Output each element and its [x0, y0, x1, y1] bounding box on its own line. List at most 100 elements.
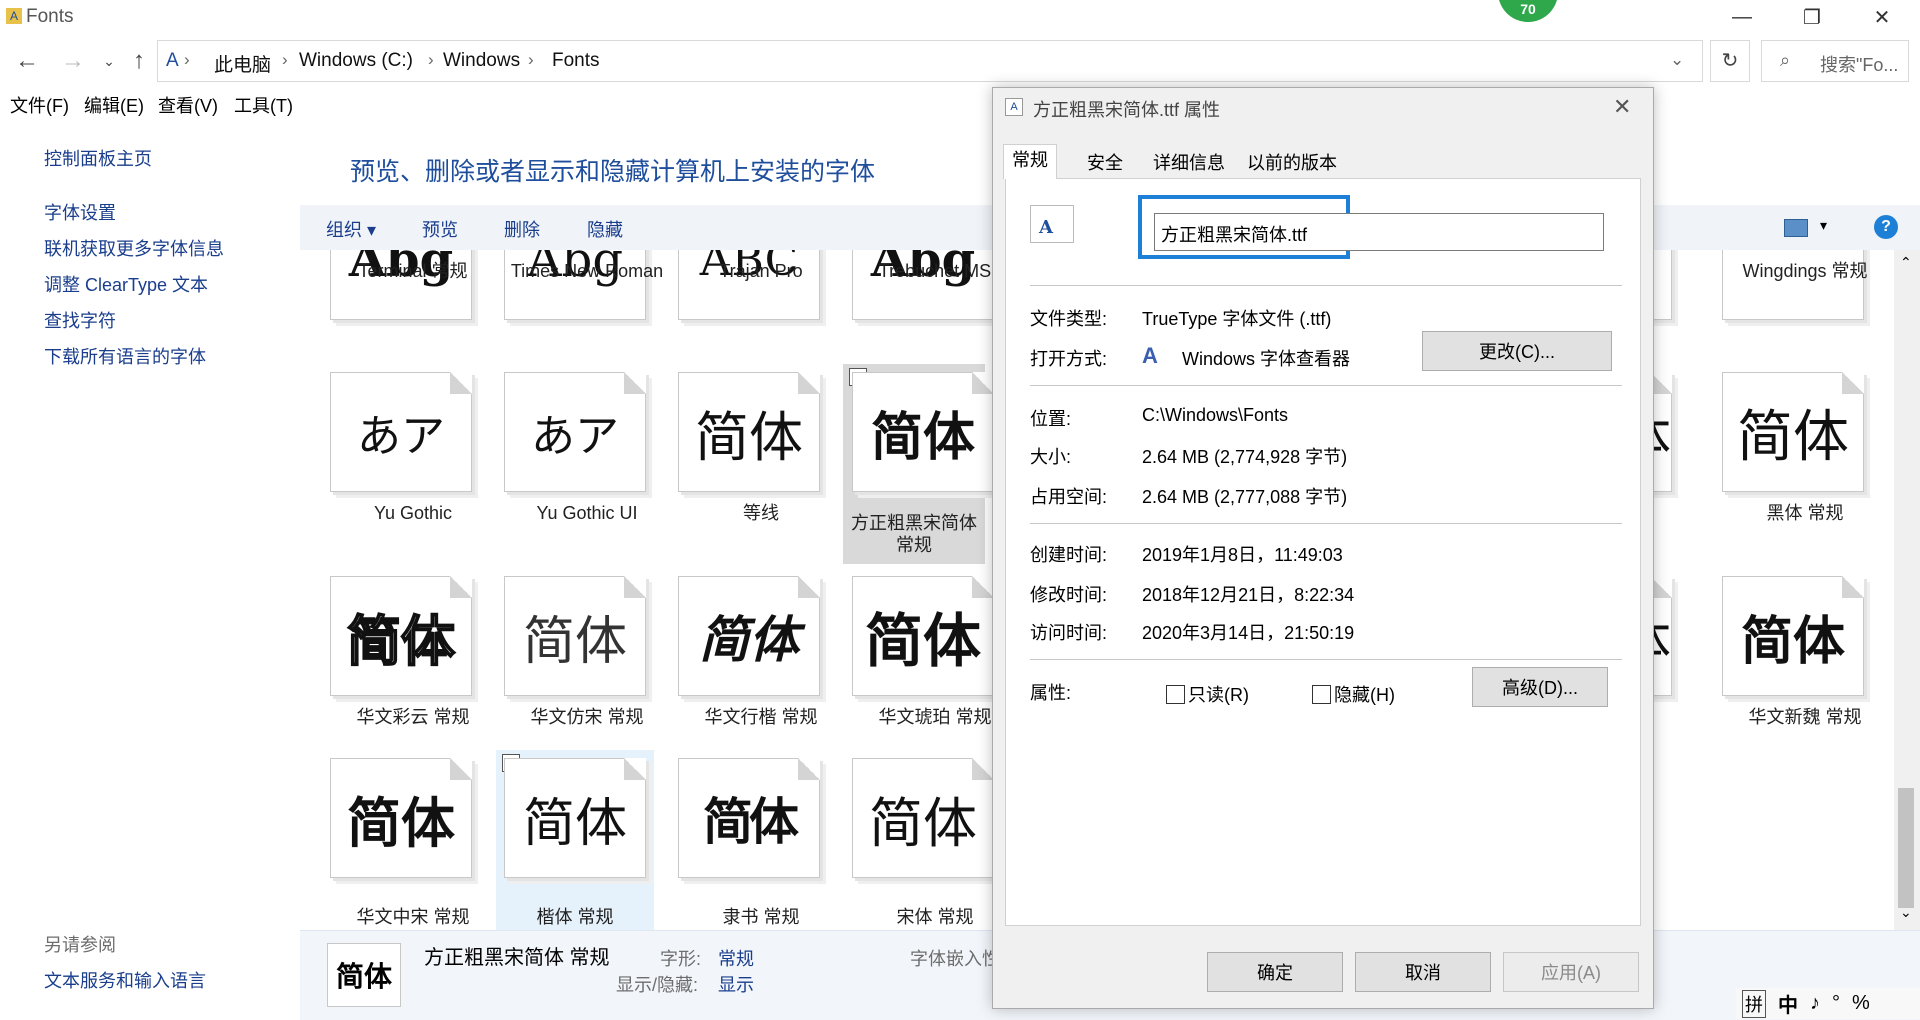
view-options-icon[interactable]	[1784, 219, 1808, 237]
ok-button[interactable]: 确定	[1207, 952, 1343, 992]
apply-button[interactable]: 应用(A)	[1503, 952, 1639, 992]
font-name: Yu Gothic UI	[536, 503, 638, 523]
menu-edit[interactable]: 编辑(E)	[84, 92, 144, 118]
ime-settings-icon[interactable]: %	[1852, 992, 1870, 1015]
hidden-label[interactable]: 隐藏(H)	[1334, 681, 1395, 707]
font-tile[interactable]: 简体 黑体 常规	[1718, 372, 1892, 532]
link-text-services[interactable]: 文本服务和输入语言	[44, 967, 206, 993]
font-preview: 简体	[522, 611, 627, 672]
delete-button[interactable]: 删除	[504, 216, 540, 242]
font-tile[interactable]: 体 常规	[1652, 576, 1680, 736]
font-preview: 简体	[1740, 610, 1845, 672]
link-adjust-cleartype[interactable]: 调整 ClearType 文本	[44, 271, 208, 297]
forward-icon[interactable]: →	[58, 44, 88, 78]
font-tile[interactable]: Abg Trebuchet MS	[848, 250, 992, 320]
refresh-icon[interactable]: ↻	[1710, 40, 1750, 82]
font-tile[interactable]: 简体 华文仿宋 常规	[500, 576, 674, 736]
tab-general[interactable]: 常规	[1003, 144, 1057, 179]
font-tile[interactable]: 简体 华文新魏 常规	[1718, 576, 1892, 736]
font-tile-hover[interactable]: 简体 楷体 常规	[496, 750, 654, 930]
page-title: 预览、删除或者显示和隐藏计算机上安装的字体	[350, 158, 876, 186]
advanced-button[interactable]: 高级(D)...	[1472, 667, 1608, 707]
tab-security[interactable]: 安全	[1079, 148, 1131, 178]
chevron-right-icon[interactable]: ›	[184, 50, 190, 70]
ime-fullwidth-icon[interactable]: °	[1832, 992, 1840, 1015]
breadcrumb-fonts[interactable]: Fonts	[552, 50, 600, 72]
font-tile-selected[interactable]: ✓ 简体 方正粗黑宋简体 常规	[843, 364, 992, 564]
font-tile[interactable]: ABC Trajan Pro	[674, 250, 848, 320]
hide-button[interactable]: 隐藏	[587, 216, 623, 242]
up-icon[interactable]: ↑	[124, 44, 154, 78]
font-preview: あア	[357, 411, 445, 462]
menu-file[interactable]: 文件(F)	[10, 92, 69, 118]
filename-input[interactable]: 方正粗黑宋简体.ttf	[1154, 213, 1604, 251]
chevron-right-icon[interactable]: ›	[528, 50, 534, 70]
font-name: 楷体 常规	[536, 907, 614, 927]
tab-previous-versions[interactable]: 以前的版本	[1239, 148, 1345, 178]
cancel-button[interactable]: 取消	[1355, 952, 1491, 992]
chevron-right-icon[interactable]: ›	[428, 50, 434, 70]
font-tile[interactable]: 简体 华文彩云 常规	[326, 576, 500, 736]
link-find-character[interactable]: 查找字符	[44, 307, 116, 333]
organize-button[interactable]: 组织 ▾	[326, 216, 376, 242]
recent-dropdown-icon[interactable]: ⌄	[94, 44, 124, 78]
scroll-up-icon[interactable]: ⌃	[1900, 254, 1912, 271]
font-name: Trebuchet MS	[878, 261, 992, 281]
font-name: 华文仿宋 常规	[530, 707, 644, 727]
readonly-label[interactable]: 只读(R)	[1188, 681, 1249, 707]
link-online-font-info[interactable]: 联机获取更多字体信息	[44, 235, 224, 261]
font-tile[interactable]: あア Yu Gothic UI	[500, 372, 674, 532]
open-with-label: 打开方式:	[1030, 349, 1108, 369]
tab-details[interactable]: 详细信息	[1145, 148, 1233, 178]
dialog-close-icon[interactable]: ✕	[1613, 94, 1631, 120]
ime-punctuation-icon[interactable]: ♪	[1810, 992, 1820, 1015]
font-tile[interactable]: Wingdings 常规	[1718, 250, 1892, 320]
minimize-icon[interactable]: —	[1712, 0, 1772, 34]
chevron-down-icon[interactable]: ▾	[1820, 217, 1827, 234]
back-icon[interactable]: ←	[12, 44, 42, 78]
font-name: Wingdings 常规	[1742, 261, 1868, 281]
font-tile[interactable]: 简体 宋体 常规	[848, 758, 992, 928]
close-icon[interactable]: ✕	[1852, 0, 1912, 34]
font-tile[interactable]: 简体 隶书 常规	[674, 758, 848, 928]
font-tile[interactable]: 简体 等线	[674, 372, 848, 532]
menu-view[interactable]: 查看(V)	[158, 92, 218, 118]
dialog-title: 方正粗黑宋简体.ttf 属性	[1033, 100, 1221, 120]
scroll-thumb[interactable]	[1898, 788, 1914, 908]
preview-button[interactable]: 预览	[422, 216, 458, 242]
breadcrumb-this-pc[interactable]: 此电脑	[214, 50, 271, 77]
link-download-all-fonts[interactable]: 下载所有语言的字体	[44, 343, 206, 369]
font-tile[interactable]: あア Yu Gothic	[326, 372, 500, 532]
ime-chinese-icon[interactable]: 中	[1778, 989, 1798, 1018]
readonly-checkbox[interactable]	[1166, 685, 1185, 704]
font-tile[interactable]: 简体 华文行楷 常规	[674, 576, 848, 736]
font-tile[interactable]: 体 规	[1652, 372, 1680, 532]
chevron-right-icon[interactable]: ›	[282, 50, 288, 70]
font-tile[interactable]: 简体 华文中宋 常规	[326, 758, 500, 928]
chevron-down-icon[interactable]: ⌄	[1670, 50, 1684, 70]
breadcrumb-windows[interactable]: Windows	[443, 50, 520, 72]
detail-embed-label: 字体嵌入性	[910, 949, 1000, 969]
font-tile[interactable]: 3 常	[1652, 250, 1680, 320]
address-bar[interactable]: A › 此电脑 › Windows (C:) › Windows › Fonts…	[157, 40, 1703, 82]
font-preview: あア	[531, 411, 619, 462]
font-tile[interactable]: Abg Terminal 常规	[326, 250, 500, 320]
font-preview: 简体	[346, 608, 456, 674]
link-control-panel-home[interactable]: 控制面板主页	[44, 145, 152, 171]
menu-tools[interactable]: 工具(T)	[234, 92, 293, 118]
font-tile[interactable]: Abg Times New Roman	[500, 250, 674, 320]
disk-size-value: 2.64 MB (2,777,088 字节)	[1142, 487, 1348, 507]
ime-pinyin-icon[interactable]: 拼	[1742, 989, 1766, 1018]
change-button[interactable]: 更改(C)...	[1422, 331, 1612, 371]
font-tile[interactable]: 简体 华文琥珀 常规	[848, 576, 992, 736]
font-grid: Abg Terminal 常规 Abg Times New Roman ABC …	[300, 250, 992, 930]
restore-icon[interactable]: ❐	[1782, 0, 1842, 34]
help-icon[interactable]: ?	[1874, 215, 1898, 239]
search-input[interactable]: ⌕ 搜索"Fo...	[1761, 40, 1909, 82]
scroll-down-icon[interactable]: ⌄	[1900, 904, 1912, 921]
scrollbar[interactable]: ⌃ ⌄	[1894, 250, 1920, 930]
breadcrumb-drive[interactable]: Windows (C:)	[299, 50, 413, 72]
link-font-settings[interactable]: 字体设置	[44, 199, 116, 225]
font-preview: 体	[1652, 373, 1671, 491]
hidden-checkbox[interactable]	[1312, 685, 1331, 704]
